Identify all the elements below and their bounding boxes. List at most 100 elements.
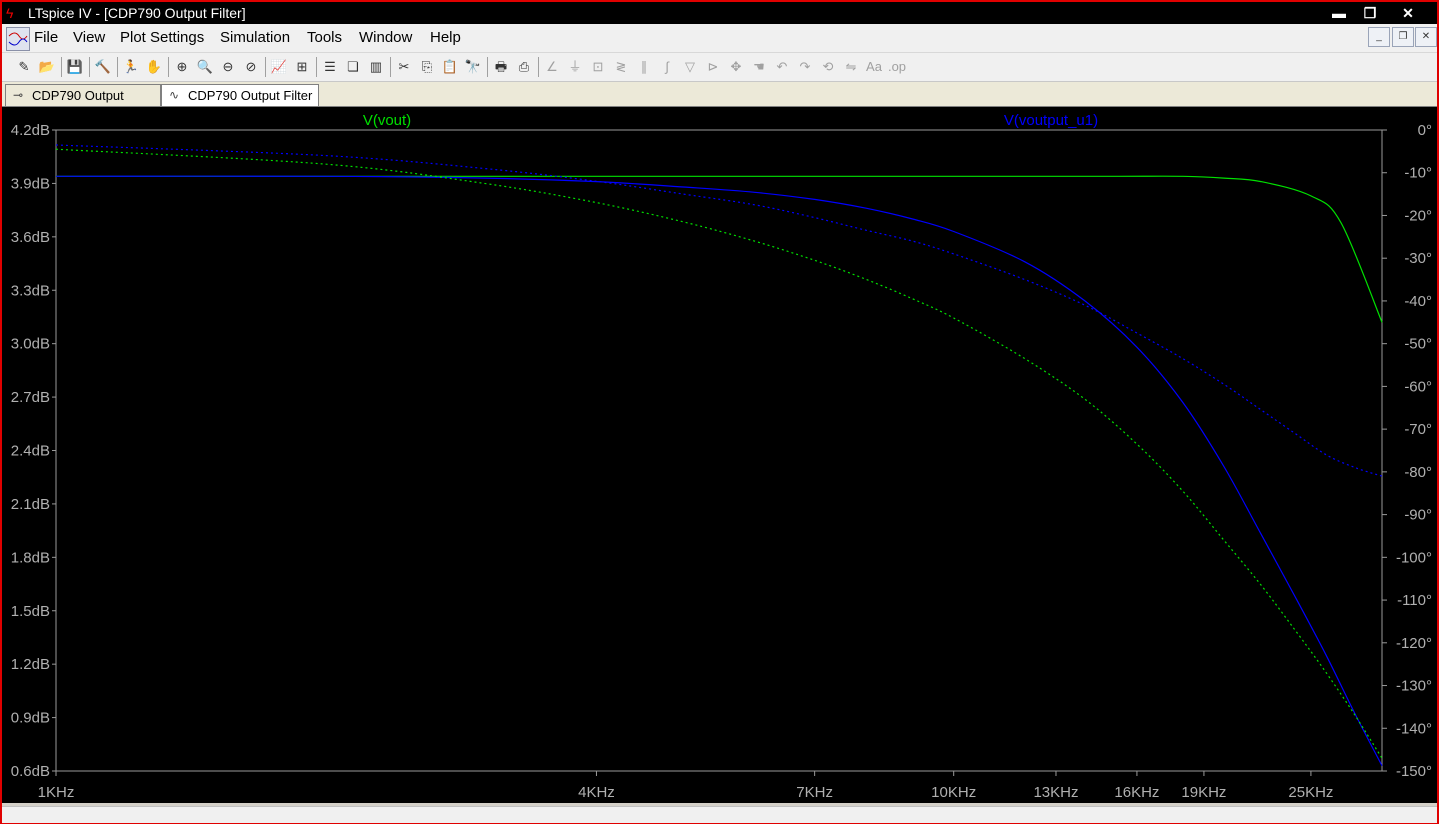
copy-icon[interactable]: ⎘: [417, 57, 437, 77]
save-icon[interactable]: 💾: [65, 57, 85, 77]
zoom-out-icon[interactable]: ⊖: [218, 57, 238, 77]
x-tick-label: 4KHz: [578, 784, 615, 801]
x-tick-label: 10KHz: [931, 784, 976, 801]
mdi-minimize-button[interactable]: _: [1368, 27, 1390, 47]
y-right-tick-label: -60°: [1404, 378, 1432, 395]
paste-icon[interactable]: 📋: [440, 57, 460, 77]
minimize-button[interactable]: ▬: [1320, 3, 1358, 23]
y-left-tick-label: 1.2dB: [11, 656, 50, 673]
tab-bar: ⊸ CDP790 Output Filter ∿ CDP790 Output F…: [2, 82, 1437, 124]
toolbar-separator: [89, 57, 90, 77]
close-button[interactable]: ✕: [1382, 3, 1434, 23]
menu-help[interactable]: Help: [430, 29, 461, 47]
y-left-tick-label: 0.6dB: [11, 763, 50, 780]
y-left-tick-label: 0.9dB: [11, 710, 50, 727]
menu-simulation[interactable]: Simulation: [220, 29, 290, 47]
autorange-icon[interactable]: 📈: [269, 57, 289, 77]
inductor-icon[interactable]: ∫: [657, 57, 677, 77]
resistor-icon[interactable]: ≷: [611, 57, 631, 77]
y-right-tick-label: -140°: [1396, 720, 1432, 737]
menu-plot-settings[interactable]: Plot Settings: [120, 29, 204, 47]
toolbar-separator: [265, 57, 266, 77]
tab-schematic[interactable]: ⊸ CDP790 Output Filter: [5, 84, 161, 124]
x-tick-label: 13KHz: [1033, 784, 1078, 801]
x-tick-label: 19KHz: [1181, 784, 1226, 801]
y-left-tick-label: 4.2dB: [11, 122, 50, 139]
undo-icon[interactable]: ↶: [772, 57, 792, 77]
y-right-tick-label: -130°: [1396, 678, 1432, 695]
menu-file[interactable]: File: [34, 29, 58, 47]
y-right-tick-label: -20°: [1404, 207, 1432, 224]
y-left-tick-label: 1.8dB: [11, 549, 50, 566]
x-tick-label: 1KHz: [38, 784, 75, 801]
y-left-tick-label: 3.3dB: [11, 282, 50, 299]
zoom-in-icon[interactable]: ⊕: [172, 57, 192, 77]
vout-phase-trace[interactable]: [55, 148, 1383, 759]
print-preview-icon[interactable]: 🖶: [491, 57, 511, 77]
zoom-cancel-icon[interactable]: ⊘: [241, 57, 261, 77]
tile-vertical-icon[interactable]: ▥: [366, 57, 386, 77]
window-title: LTspice IV - [CDP790 Output Filter]: [28, 5, 246, 21]
menu-tools[interactable]: Tools: [307, 29, 342, 47]
status-bar: [2, 806, 1437, 823]
wire-icon[interactable]: ∠: [542, 57, 562, 77]
run-icon[interactable]: 🏃: [121, 57, 141, 77]
toolbar-separator: [61, 57, 62, 77]
menu-window[interactable]: Window: [359, 29, 412, 47]
new-schematic-icon[interactable]: ✎: [14, 57, 34, 77]
waveform-app-icon[interactable]: [6, 27, 30, 51]
toolbar-separator: [487, 57, 488, 77]
toolbar-separator: [168, 57, 169, 77]
mdi-close-button[interactable]: ✕: [1415, 27, 1437, 47]
zoom-area-icon[interactable]: 🔍: [195, 57, 215, 77]
x-tick-label: 25KHz: [1288, 784, 1333, 801]
text-icon[interactable]: Aa: [864, 57, 884, 77]
control-panel-icon[interactable]: 🔨: [93, 57, 113, 77]
vout-magnitude-trace[interactable]: [56, 175, 1383, 323]
trace-label-voutput-u1[interactable]: V(voutput_u1): [1004, 112, 1098, 129]
component-icon[interactable]: ⊳: [703, 57, 723, 77]
waveform-chart[interactable]: 4.2dB 3.9dB 3.6dB 3.3dB 3.0dB 2.7dB 2.4dB 2.1dB…: [2, 107, 1437, 803]
y-left-tick-label: 2.4dB: [11, 443, 50, 460]
title-bar[interactable]: ϟ LTspice IV - [CDP790 Output Filter] ▬ …: [2, 2, 1437, 24]
y-right-tick-label: -100°: [1396, 549, 1432, 566]
drag-icon[interactable]: ☚: [749, 57, 769, 77]
y-right-tick-label: -90°: [1404, 507, 1432, 524]
cascade-icon[interactable]: ❏: [343, 57, 363, 77]
rotate-icon[interactable]: ⟲: [818, 57, 838, 77]
y-left-tick-label: 3.0dB: [11, 336, 50, 353]
diode-icon[interactable]: ▽: [680, 57, 700, 77]
capacitor-icon[interactable]: ∥: [634, 57, 654, 77]
y-right-tick-label: -10°: [1404, 165, 1432, 182]
x-tick-label: 7KHz: [796, 784, 833, 801]
tab-waveform[interactable]: ∿ CDP790 Output Filter: [161, 84, 319, 106]
y-right-tick-label: -40°: [1404, 293, 1432, 310]
trace-label-vout[interactable]: V(vout): [363, 112, 411, 129]
mark-icon[interactable]: ⊞: [292, 57, 312, 77]
voutput-u1-magnitude-trace[interactable]: [55, 175, 1383, 766]
restore-button[interactable]: ❐: [1358, 3, 1382, 23]
waveform-icon: ∿: [168, 88, 180, 102]
ltspice-logo-icon: ϟ: [6, 5, 14, 21]
voutput-u1-phase-trace[interactable]: [55, 144, 1383, 477]
label-net-icon[interactable]: ⊡: [588, 57, 608, 77]
cut-icon[interactable]: ✂: [394, 57, 414, 77]
waveform-glyph-icon: [8, 32, 28, 46]
y-left-tick-label: 2.7dB: [11, 389, 50, 406]
spice-directive-icon[interactable]: .op: [887, 57, 907, 77]
y-left-tick-label: 1.5dB: [11, 603, 50, 620]
tile-horizontal-icon[interactable]: ☰: [320, 57, 340, 77]
print-icon[interactable]: ⎙: [514, 57, 534, 77]
mdi-restore-button[interactable]: ❐: [1392, 27, 1414, 47]
menu-view[interactable]: View: [73, 29, 105, 47]
halt-icon[interactable]: ✋: [144, 57, 164, 77]
move-icon[interactable]: ✥: [726, 57, 746, 77]
plot-frame: [55, 129, 1383, 772]
ground-icon[interactable]: ⏚: [565, 57, 585, 77]
redo-icon[interactable]: ↷: [795, 57, 815, 77]
find-icon[interactable]: 🔭: [463, 57, 483, 77]
waveform-plot-pane[interactable]: 4.2dB 3.9dB 3.6dB 3.3dB 3.0dB 2.7dB 2.4dB 2.1dB…: [2, 107, 1437, 803]
mirror-icon[interactable]: ⇋: [841, 57, 861, 77]
x-tick-label: 16KHz: [1114, 784, 1159, 801]
open-icon[interactable]: 📂: [37, 57, 57, 77]
